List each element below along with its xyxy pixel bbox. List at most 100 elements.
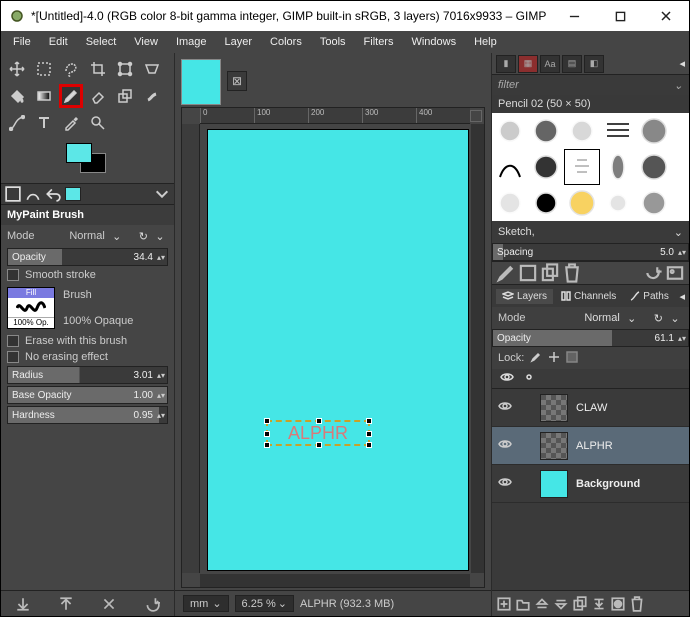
new-layer-icon[interactable] — [496, 596, 512, 612]
layer-name[interactable]: ALPHR — [576, 440, 683, 452]
reset-icon[interactable]: ↻ — [139, 230, 148, 243]
menu-tools[interactable]: Tools — [312, 34, 354, 50]
layer-row[interactable]: Background — [492, 465, 689, 503]
brushes-tab-icon[interactable]: ▮ — [496, 55, 516, 73]
maximize-button[interactable] — [597, 1, 643, 31]
canvas[interactable]: ALPHR — [208, 130, 468, 570]
layer-row[interactable]: ALPHR — [492, 427, 689, 465]
menu-edit[interactable]: Edit — [41, 34, 76, 50]
menu-colors[interactable]: Colors — [262, 34, 310, 50]
lock-position-icon[interactable] — [548, 351, 560, 366]
tab-paths[interactable]: Paths — [624, 289, 675, 304]
opacity-slider[interactable]: Opacity 34.4 ▴▾ — [7, 248, 168, 266]
scrollbar-vertical[interactable] — [471, 124, 484, 573]
mode-dropdown[interactable]: Normal — [69, 230, 104, 242]
chevron-down-icon[interactable]: ⌄ — [109, 230, 125, 243]
lower-layer-icon[interactable] — [553, 596, 569, 612]
eye-icon[interactable] — [498, 477, 514, 490]
tab-layers[interactable]: Layers — [496, 289, 553, 304]
save-preset-icon[interactable] — [15, 596, 31, 612]
foreground-color[interactable] — [66, 143, 92, 163]
text-selection[interactable]: ALPHR — [266, 420, 370, 446]
tool-transform[interactable] — [113, 57, 137, 81]
open-as-image-icon[interactable] — [665, 264, 685, 282]
patterns-tab-icon[interactable]: ▦ — [518, 55, 538, 73]
eye-icon[interactable] — [498, 439, 514, 452]
close-button[interactable] — [643, 1, 689, 31]
tool-bucket[interactable] — [5, 84, 29, 108]
radius-slider[interactable]: Radius3.01▴▾ — [7, 366, 168, 384]
layer-opacity-slider[interactable]: Opacity61.1▴▾ — [492, 329, 689, 347]
brush-preset-dropdown[interactable]: Sketch,⌄ — [492, 221, 689, 243]
layer-name[interactable]: Background — [576, 478, 683, 490]
color-swatches[interactable] — [66, 143, 110, 177]
reset-preset-icon[interactable] — [144, 596, 160, 612]
layer-mode-dropdown[interactable]: Normal — [584, 312, 619, 324]
tool-mypaint-brush[interactable] — [59, 84, 83, 108]
base-opacity-slider[interactable]: Base Opacity1.00▴▾ — [7, 386, 168, 404]
tool-gradient[interactable] — [32, 84, 56, 108]
tool-move[interactable] — [5, 57, 29, 81]
dock-menu-icon[interactable]: ◂ — [679, 57, 685, 70]
no-erasing-checkbox[interactable]: No erasing effect — [1, 349, 174, 365]
mask-icon[interactable] — [610, 596, 626, 612]
delete-brush-icon[interactable] — [562, 264, 582, 282]
tool-clone[interactable] — [113, 84, 137, 108]
brush-filter[interactable]: filter⌄ — [492, 75, 689, 95]
tool-smudge[interactable] — [140, 84, 164, 108]
menu-help[interactable]: Help — [466, 34, 505, 50]
quick-mask-icon[interactable] — [470, 110, 482, 122]
tab-channels[interactable]: Channels — [555, 289, 622, 304]
brush-grid[interactable] — [492, 113, 689, 221]
tool-path[interactable] — [5, 111, 29, 135]
undo-history-tab[interactable] — [45, 186, 61, 202]
menu-layer[interactable]: Layer — [217, 34, 261, 50]
eye-icon[interactable] — [498, 401, 514, 414]
layer-name[interactable]: CLAW — [576, 402, 683, 414]
tool-text[interactable] — [32, 111, 56, 135]
menu-file[interactable]: File — [5, 34, 39, 50]
lock-alpha-icon[interactable] — [566, 351, 578, 366]
dock-menu-icon[interactable]: ◂ — [679, 290, 685, 303]
lock-pixels-icon[interactable] — [530, 351, 542, 366]
erase-checkbox[interactable]: Erase with this brush — [1, 333, 174, 349]
gradients-tab-icon[interactable]: ◧ — [584, 55, 604, 73]
unit-dropdown[interactable]: mm ⌄ — [183, 595, 229, 612]
duplicate-layer-icon[interactable] — [572, 596, 588, 612]
tool-free-select[interactable] — [59, 57, 83, 81]
brush-preview[interactable]: Fill 100% Op. — [7, 287, 55, 329]
hardness-slider[interactable]: Hardness0.95▴▾ — [7, 406, 168, 424]
menu-windows[interactable]: Windows — [403, 34, 464, 50]
spacing-slider[interactable]: Spacing5.0▴▾ — [492, 243, 689, 261]
menu-filters[interactable]: Filters — [356, 34, 402, 50]
ruler-horizontal[interactable]: 0 100 200 300 400 — [200, 108, 470, 124]
color-tab[interactable] — [65, 187, 81, 201]
tool-options-tab[interactable] — [5, 186, 21, 202]
tool-rect-select[interactable] — [32, 57, 56, 81]
refresh-brush-icon[interactable] — [643, 264, 663, 282]
tool-crop[interactable] — [86, 57, 110, 81]
delete-preset-icon[interactable] — [101, 596, 117, 612]
ruler-vertical[interactable] — [182, 124, 200, 573]
duplicate-brush-icon[interactable] — [540, 264, 560, 282]
menu-select[interactable]: Select — [78, 34, 125, 50]
layer-row[interactable]: CLAW — [492, 389, 689, 427]
raise-layer-icon[interactable] — [534, 596, 550, 612]
new-brush-icon[interactable] — [518, 264, 538, 282]
tool-eraser[interactable] — [86, 84, 110, 108]
tool-warp[interactable] — [140, 57, 164, 81]
tool-zoom[interactable] — [86, 111, 110, 135]
new-group-icon[interactable] — [515, 596, 531, 612]
history-tab-icon[interactable]: ▤ — [562, 55, 582, 73]
menu-image[interactable]: Image — [168, 34, 215, 50]
smooth-stroke-checkbox[interactable]: Smooth stroke — [1, 267, 174, 283]
dock-menu-icon[interactable] — [154, 186, 170, 202]
merge-down-icon[interactable] — [591, 596, 607, 612]
restore-preset-icon[interactable] — [58, 596, 74, 612]
device-status-tab[interactable] — [25, 186, 41, 202]
minimize-button[interactable] — [551, 1, 597, 31]
image-tab-thumb[interactable] — [181, 59, 221, 105]
zoom-dropdown[interactable]: 6.25 % ⌄ — [235, 595, 294, 612]
scrollbar-horizontal[interactable] — [200, 574, 470, 587]
reset-icon[interactable]: ↻ — [654, 312, 663, 325]
